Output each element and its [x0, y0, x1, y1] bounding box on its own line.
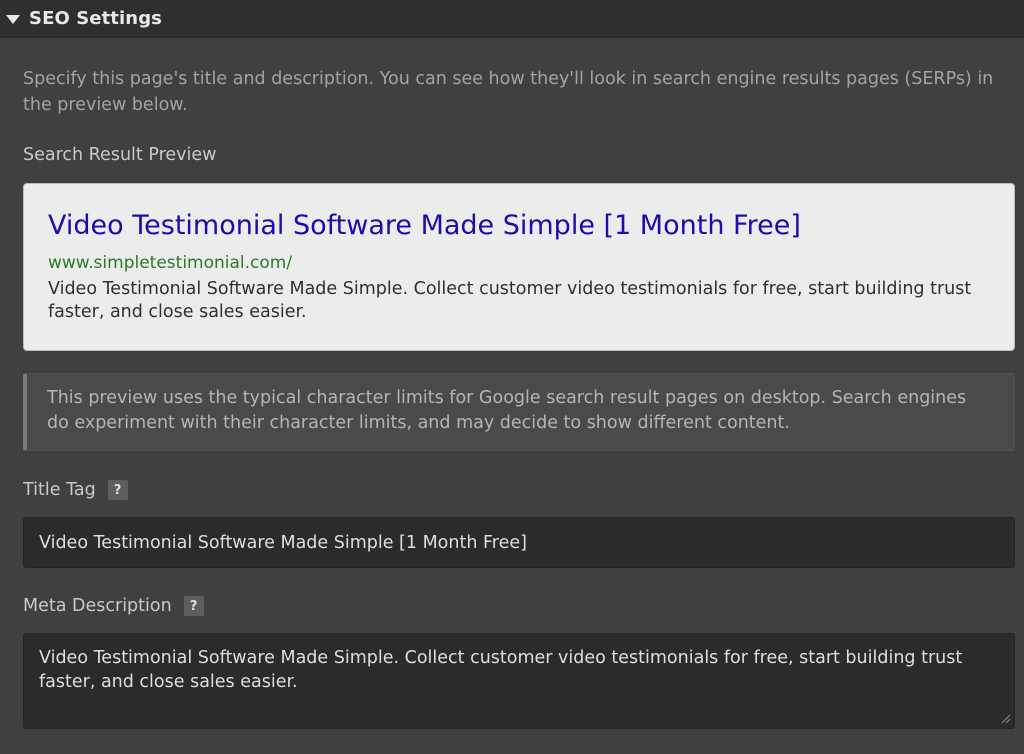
serp-description: Video Testimonial Software Made Simple. …: [48, 279, 972, 322]
seo-settings-header[interactable]: SEO Settings: [0, 0, 1024, 38]
serp-title: Video Testimonial Software Made Simple […: [48, 210, 801, 241]
intro-text: Specify this page's title and descriptio…: [23, 69, 994, 115]
preview-label: Search Result Preview: [23, 145, 216, 165]
meta-description-help-icon[interactable]: ?: [183, 596, 204, 616]
preview-note: This preview uses the typical character …: [23, 373, 1015, 451]
title-tag-label-text: Title Tag: [23, 480, 96, 500]
section-title: SEO Settings: [29, 8, 162, 29]
title-tag-input[interactable]: [23, 517, 1015, 568]
meta-description-label: Meta Description ?: [23, 596, 204, 616]
title-tag-help-icon[interactable]: ?: [107, 480, 128, 500]
search-result-preview: Video Testimonial Software Made Simple […: [23, 183, 1015, 351]
seo-settings-panel: SEO Settings Specify this page's title a…: [0, 0, 1024, 754]
caret-down-icon[interactable]: [6, 14, 20, 24]
preview-label-text: Search Result Preview: [23, 145, 217, 165]
meta-description-label-text: Meta Description: [23, 596, 172, 616]
meta-description-textarea[interactable]: Video Testimonial Software Made Simple. …: [23, 633, 1015, 729]
serp-url: www.simpletestimonial.com/: [48, 253, 293, 273]
title-tag-label: Title Tag ?: [23, 480, 128, 500]
